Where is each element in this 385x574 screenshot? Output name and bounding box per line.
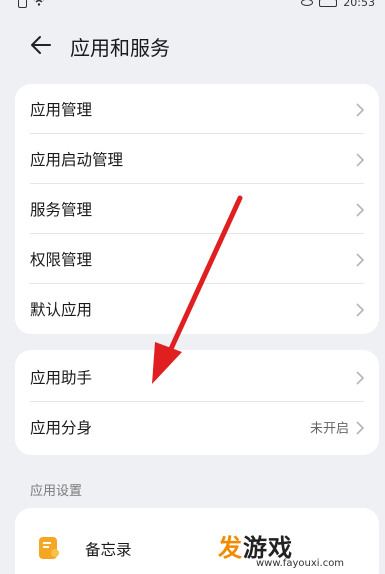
watermark-url: www.fayouxi.com [256,558,345,569]
watermark-logo: 发游戏 www.fayouxi.com [218,528,358,574]
row-label: 服务管理 [30,201,93,219]
watermark-main-left: 发 [218,534,243,562]
app-launch-management-row[interactable]: 应用启动管理 [15,134,379,184]
permission-management-row[interactable]: 权限管理 [15,234,379,284]
chevron-right-icon [355,152,365,167]
row-label: 默认应用 [30,301,93,319]
battery-icon [319,0,338,7]
status-value: 未开启 [309,421,349,437]
row-label: 权限管理 [30,251,93,269]
chevron-right-icon [355,252,365,267]
header: 应用和服务 [0,26,385,66]
memo-app-label[interactable]: 备忘录 [85,538,132,560]
row-label: 应用启动管理 [30,151,124,169]
row-label: 应用管理 [30,101,93,119]
chevron-right-icon [355,420,365,435]
chevron-right-icon [355,102,365,117]
chevron-right-icon [355,370,365,385]
settings-group-main: 应用管理 应用启动管理 服务管理 权限管理 默认应用 [15,84,379,334]
status-bar: 20:53 [0,0,385,14]
page-title: 应用和服务 [70,36,170,60]
chevron-right-icon [355,302,365,317]
row-label: 应用分身 [30,419,93,437]
app-management-row[interactable]: 应用管理 [15,84,379,134]
eye-comfort-icon [301,0,314,6]
default-apps-row[interactable]: 默认应用 [15,284,379,334]
memo-app-icon [37,536,61,560]
section-title: 应用设置 [30,484,83,499]
app-assistant-row[interactable]: 应用助手 [15,352,379,402]
back-arrow-icon[interactable] [28,32,54,58]
row-label: 应用助手 [30,369,93,387]
status-time: 20:53 [343,0,375,9]
sim-icon [18,0,27,8]
app-twin-row[interactable]: 应用分身 未开启 [15,402,379,452]
service-management-row[interactable]: 服务管理 [15,184,379,234]
chevron-right-icon [355,202,365,217]
settings-group-assistant: 应用助手 应用分身 未开启 [15,350,379,455]
wifi-icon [33,0,45,9]
